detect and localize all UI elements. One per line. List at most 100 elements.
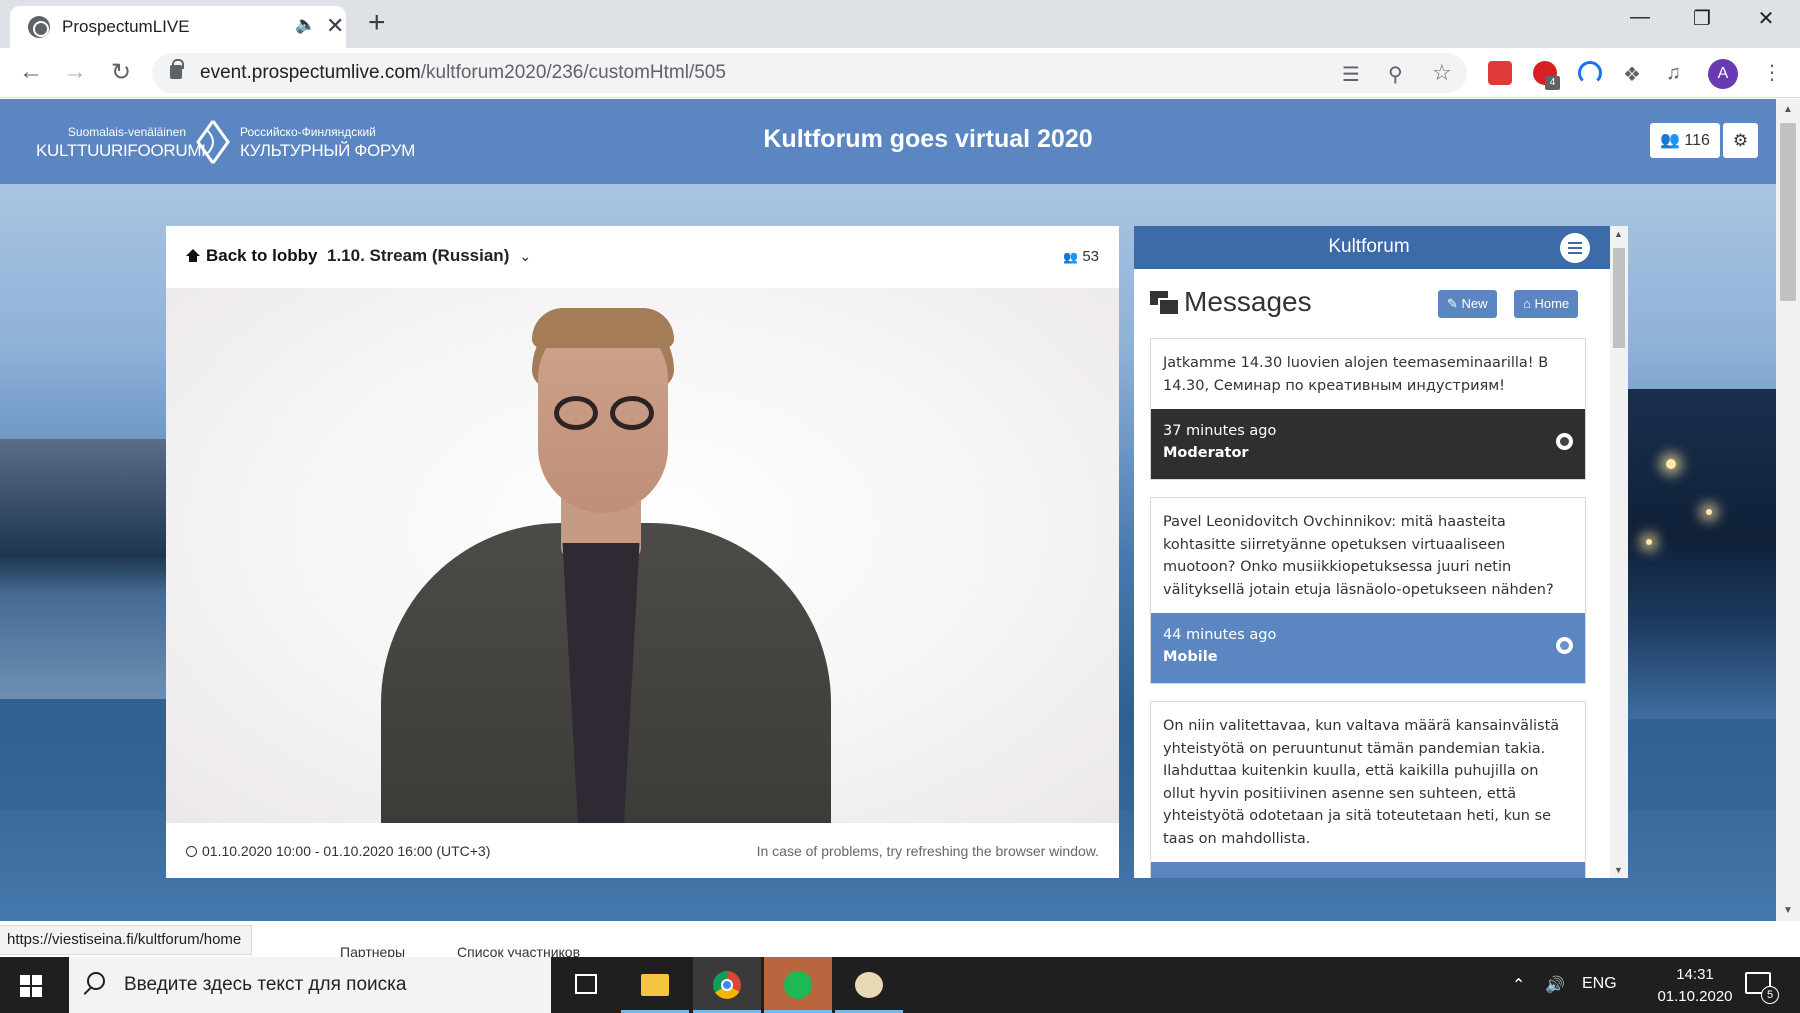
chevron-down-icon: ⌄: [519, 248, 532, 264]
kebab-menu-icon[interactable]: ⋮: [1762, 60, 1782, 85]
stream-topbar: Back to lobby 1.10. Stream (Russian) ⌄ 👥 …: [166, 226, 1119, 288]
chat-message-footer: [1151, 862, 1585, 878]
new-tab-icon[interactable]: +: [368, 6, 386, 40]
chat-message-author: Moderator: [1163, 445, 1249, 461]
volume-icon[interactable]: 🔊: [1545, 975, 1565, 995]
settings-button[interactable]: ⚙: [1723, 123, 1758, 158]
app-header: Suomalais-venäläinen KULTTUURIFOORUMI Ро…: [0, 99, 1776, 184]
chat-message-footer: 37 minutes ago Moderator: [1151, 409, 1585, 479]
messages-heading: Messages: [1150, 286, 1312, 318]
chat-message-text: On niin valitettavaa, kun valtava määrä …: [1163, 718, 1560, 847]
taskbar-time: 14:31: [1676, 966, 1714, 983]
pencil-icon: ✎: [1447, 296, 1458, 311]
url-text: event.prospectumlive.com/kultforum2020/2…: [200, 62, 726, 83]
taskbar: Введите здесь текст для поиска ⌃ 🔊 ENG 1…: [0, 957, 1800, 1013]
logo-mark-icon: [196, 120, 230, 164]
chrome-icon[interactable]: [693, 957, 761, 1013]
logo-text-ru-small: Российско-Финляндский: [240, 125, 376, 139]
chat-panel: Kultforum Messages ✎ New ⌂ Home Jatkamme…: [1134, 226, 1628, 878]
chat-message-author: Mobile: [1163, 649, 1218, 665]
stream-select-dropdown[interactable]: 1.10. Stream (Russian) ⌄: [327, 246, 531, 266]
chat-message-time: 44 minutes ago: [1163, 627, 1277, 643]
media-control-icon[interactable]: ♫: [1666, 62, 1681, 85]
zoom-icon[interactable]: ⚲: [1388, 62, 1403, 87]
taskbar-search-input[interactable]: Введите здесь текст для поиска: [69, 957, 551, 1013]
speaker-icon[interactable]: 🔈: [295, 15, 316, 35]
background-scene-left: [0, 439, 170, 699]
new-message-button[interactable]: ✎ New: [1438, 290, 1497, 318]
chat-message-footer: 44 minutes ago Mobile: [1151, 613, 1585, 683]
globe-icon: [1556, 637, 1573, 654]
chat-scrollbar[interactable]: ▲ ▼: [1610, 226, 1628, 878]
browser-tab[interactable]: ProspectumLIVE 🔈 ✕: [10, 6, 346, 48]
back-arrow-icon[interactable]: ←: [16, 58, 46, 86]
chat-message-time: 37 minutes ago: [1163, 423, 1277, 439]
stream-name: 1.10. Stream (Russian): [327, 246, 510, 265]
forward-arrow-icon[interactable]: →: [60, 58, 90, 86]
page-viewport: Suomalais-venäläinen KULTTUURIFOORUMI Ро…: [0, 99, 1776, 921]
event-title: Kultforum goes virtual 2020: [763, 125, 1093, 153]
messages-title: Messages: [1184, 286, 1312, 317]
chat-message-text: Pavel Leonidovitch Ovchinnikov: mitä haa…: [1163, 514, 1554, 598]
chat-message: Jatkamme 14.30 luovien alojen teemasemin…: [1150, 338, 1586, 480]
page-scroll-thumb[interactable]: [1780, 123, 1796, 301]
background-scene-right: [1626, 389, 1776, 719]
page-scrollbar[interactable]: ▲ ▼: [1776, 99, 1800, 921]
page-subnav: Партнеры Список участников: [0, 921, 1776, 960]
address-bar[interactable]: event.prospectumlive.com/kultforum2020/2…: [152, 53, 1467, 93]
bookmark-star-icon[interactable]: ☆: [1432, 60, 1452, 86]
chat-header: Kultforum: [1134, 226, 1628, 269]
file-explorer-icon[interactable]: [621, 957, 689, 1013]
chat-message: Pavel Leonidovitch Ovchinnikov: mitä haa…: [1150, 497, 1586, 684]
window-close-icon[interactable]: ✕: [1746, 6, 1786, 31]
new-message-label: New: [1461, 296, 1488, 311]
comments-icon: [1150, 291, 1180, 316]
show-hidden-icons-chevron-icon[interactable]: ⌃: [1512, 975, 1525, 995]
stream-schedule: 01.10.2020 10:00 - 01.10.2020 16:00 (UTC…: [186, 843, 490, 859]
stream-viewers: 👥 53: [1063, 248, 1099, 265]
back-to-lobby-link[interactable]: Back to lobby: [186, 246, 317, 266]
taskbar-search-placeholder: Введите здесь текст для поиска: [124, 974, 407, 995]
extension-badge: 4: [1545, 76, 1560, 90]
chat-scroll-thumb[interactable]: [1613, 248, 1625, 348]
video-player[interactable]: [166, 288, 1119, 823]
translate-icon[interactable]: ☰: [1342, 62, 1360, 87]
stream-schedule-text: 01.10.2020 10:00 - 01.10.2020 16:00 (UTC…: [202, 843, 491, 859]
stream-card: Back to lobby 1.10. Stream (Russian) ⌄ 👥 …: [166, 226, 1119, 878]
browser-toolbar: ← → ↻ event.prospectumlive.com/kultforum…: [0, 48, 1800, 98]
gear-icon: ⚙: [1732, 131, 1749, 150]
windows-start-icon[interactable]: [20, 975, 42, 997]
clock-icon: [186, 846, 197, 857]
hamburger-menu-icon[interactable]: [1560, 233, 1590, 263]
spotify-icon[interactable]: [764, 957, 832, 1013]
search-icon: [87, 972, 105, 990]
profile-avatar[interactable]: A: [1708, 59, 1738, 89]
language-indicator[interactable]: ENG: [1582, 975, 1617, 993]
logo-text-fi-small: Suomalais-venäläinen: [67, 125, 186, 139]
tab-close-icon[interactable]: ✕: [326, 13, 344, 39]
online-users-button[interactable]: 👥 116: [1650, 123, 1720, 158]
globe-icon: [1556, 433, 1573, 450]
chat-home-label: Home: [1534, 296, 1570, 311]
online-users-count: 116: [1684, 132, 1710, 149]
status-bar-link: https://viestiseina.fi/kultforum/home: [0, 925, 253, 955]
back-to-lobby-label: Back to lobby: [206, 246, 318, 265]
users-icon: 👥: [1660, 132, 1680, 149]
browser-tabstrip: ProspectumLIVE 🔈 ✕ + — ❐ ✕: [0, 0, 1800, 48]
task-view-icon[interactable]: [552, 957, 620, 1013]
taskbar-date: 01.10.2020: [1657, 988, 1733, 1005]
logo-text-fi: KULTTUURIFOORUMI: [36, 141, 206, 160]
notification-count: 5: [1761, 986, 1779, 1004]
notification-center-icon[interactable]: 5: [1745, 972, 1779, 1004]
maximize-icon[interactable]: ❐: [1682, 6, 1722, 31]
chat-home-button[interactable]: ⌂ Home: [1514, 290, 1579, 318]
minimize-icon[interactable]: —: [1620, 6, 1660, 29]
puzzle-icon[interactable]: ❖: [1623, 62, 1641, 87]
reload-icon[interactable]: ↻: [106, 58, 136, 87]
extension-icon[interactable]: [1488, 61, 1512, 85]
sync-extension-icon[interactable]: [1578, 61, 1602, 85]
stream-viewer-count: 53: [1082, 248, 1099, 265]
tab-title: ProspectumLIVE: [62, 17, 190, 36]
paint-icon[interactable]: [835, 957, 903, 1013]
taskbar-clock[interactable]: 14:31 01.10.2020: [1650, 964, 1740, 1008]
